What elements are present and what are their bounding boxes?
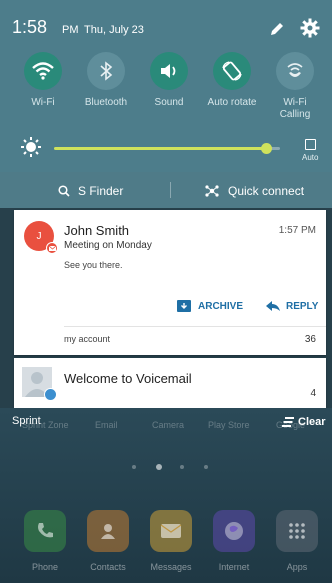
dock-label: Internet [218, 562, 250, 572]
brightness-icon [20, 136, 42, 158]
quick-settings-row: Wi-Fi Bluetooth Sound Auto rotate Wi-Fi … [0, 52, 332, 132]
voicemail-notification[interactable]: Welcome to Voicemail 4 [14, 358, 326, 408]
email-time: 1:57 PM [278, 225, 316, 236]
wifi-icon [24, 52, 62, 90]
clear-notifications-button[interactable]: Clear [282, 416, 326, 428]
contacts-icon [87, 510, 129, 552]
dock-label: Messages [150, 562, 192, 572]
page-dot [204, 465, 208, 469]
clear-label: Clear [298, 416, 326, 428]
voicemail-count: 4 [310, 388, 316, 399]
edit-icon[interactable] [268, 20, 286, 38]
clear-all-icon [282, 417, 294, 427]
s-finder-label: S Finder [78, 184, 124, 198]
page-dot [180, 465, 184, 469]
bluetooth-icon [87, 52, 125, 90]
archive-icon [177, 300, 191, 312]
page-dot [132, 465, 136, 469]
toggle-label: Auto rotate [207, 97, 257, 108]
clock-ampm: PM [62, 24, 79, 36]
archive-button[interactable]: ARCHIVE [177, 298, 243, 314]
auto-brightness-label: Auto [302, 153, 319, 162]
home-page-dot [156, 464, 162, 470]
ghost-app-label: Email [95, 420, 118, 430]
voicemail-title: Welcome to Voicemail [64, 371, 192, 386]
quick-connect-button[interactable]: Quick connect [204, 183, 304, 199]
dock-label: Phone [31, 562, 59, 572]
toggle-sound[interactable]: Sound [138, 52, 200, 109]
internet-icon [213, 510, 255, 552]
card-divider [64, 326, 326, 327]
finder-divider [170, 182, 171, 198]
carrier-label: Sprint [12, 415, 41, 427]
toggle-wifi[interactable]: Wi-Fi [12, 52, 74, 109]
auto-rotate-icon [213, 52, 251, 90]
dock-label: Contacts [90, 562, 126, 572]
clock-time: 1:58 [12, 17, 48, 37]
wifi-calling-icon [276, 52, 314, 90]
finder-bar: S Finder Quick connect [0, 172, 332, 208]
auto-brightness-checkbox[interactable] [305, 139, 316, 150]
email-count: 36 [304, 334, 316, 345]
search-icon [58, 185, 70, 197]
email-account: my account [64, 334, 111, 344]
page-indicator [128, 463, 218, 471]
email-notification[interactable]: J John Smith 1:57 PM Meeting on Monday S… [14, 210, 326, 355]
email-preview: See you there. [64, 260, 123, 270]
brightness-slider-track[interactable] [54, 147, 280, 150]
s-finder-button[interactable]: S Finder [58, 183, 123, 199]
brightness-row: Auto [0, 134, 332, 168]
home-screen-background [0, 408, 332, 583]
reply-label: REPLY [286, 300, 319, 312]
date: Thu, July 23 [84, 24, 144, 36]
gear-icon[interactable] [300, 18, 320, 38]
ghost-app-label: Play Store [208, 420, 250, 430]
toggle-label: Sound [154, 97, 184, 108]
quick-connect-label: Quick connect [228, 184, 305, 198]
email-subject: Meeting on Monday [64, 240, 152, 251]
archive-label: ARCHIVE [198, 300, 244, 312]
email-badge-icon [46, 242, 58, 254]
sound-icon [150, 52, 188, 90]
toggle-label: Bluetooth [84, 97, 128, 108]
email-sender: John Smith [64, 223, 130, 238]
toggle-label: Wi-Fi [31, 97, 55, 108]
phone-icon [24, 510, 66, 552]
brightness-slider-thumb[interactable] [260, 143, 272, 154]
toggle-bluetooth[interactable]: Bluetooth [75, 52, 137, 109]
apps-icon [276, 510, 318, 552]
voicemail-badge-icon [44, 388, 57, 401]
messages-icon [150, 510, 192, 552]
reply-button[interactable]: REPLY [266, 298, 318, 314]
dock-label: Apps [286, 562, 308, 572]
quick-connect-icon [205, 185, 219, 197]
toggle-wifi-calling[interactable]: Wi-Fi Calling [264, 52, 326, 121]
ghost-app-label: Camera [152, 420, 185, 430]
quick-settings-panel: 1:58 PM Thu, July 23 Wi-Fi Bluetooth Sou… [0, 0, 332, 172]
toggle-label: Wi-Fi Calling [279, 97, 311, 120]
reply-icon [266, 301, 280, 311]
toggle-auto-rotate[interactable]: Auto rotate [201, 52, 263, 109]
status-row: 1:58 PM Thu, July 23 [0, 0, 332, 50]
